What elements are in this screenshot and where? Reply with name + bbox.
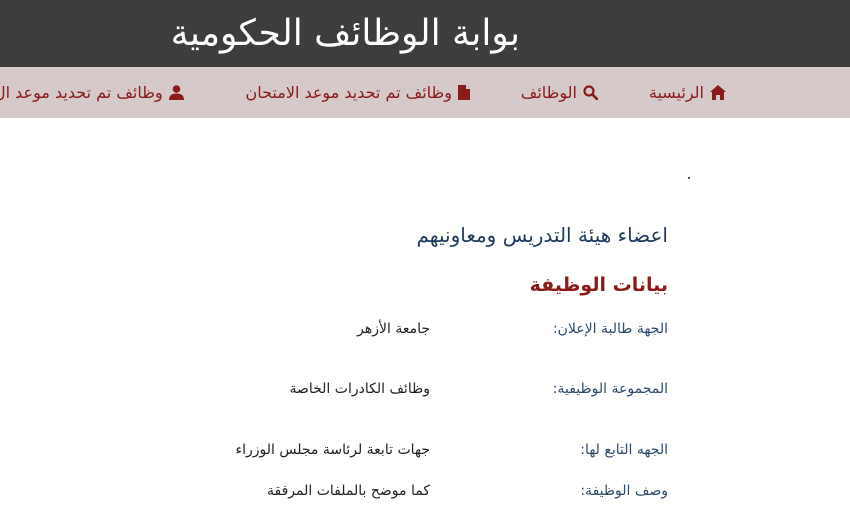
field-label-advertiser: الجهة طالبة الإعلان: xyxy=(552,321,668,337)
nav-item-exam-scheduled[interactable]: وظائف تم تحديد موعد الامتحان xyxy=(245,67,470,118)
job-title: اعضاء هيئة التدريس ومعاونيهم xyxy=(416,223,668,247)
field-value-job-group: وظائف الكادرات الخاصة xyxy=(289,381,430,397)
field-value-advertiser: جامعة الأزهر xyxy=(357,321,430,337)
site-header: بوابة الوظائف الحكومية xyxy=(0,0,850,67)
nav-item-home[interactable]: الرئيسية xyxy=(649,67,726,118)
nav-item-exam-date-label: وظائف تم تحديد موعد ال xyxy=(0,83,163,102)
nav-item-jobs[interactable]: الوظائف xyxy=(521,67,598,118)
field-label-job-group: المجموعة الوظيفية: xyxy=(552,381,668,397)
main-nav: الرئيسية الوظائف وظائف تم تحديد موعد الا… xyxy=(0,67,850,118)
user-icon xyxy=(168,85,184,100)
file-icon xyxy=(458,85,470,100)
section-title: بيانات الوظيفة xyxy=(529,274,668,296)
home-icon xyxy=(710,85,726,100)
field-label-description: وصف الوظيفة: xyxy=(580,483,668,499)
search-icon xyxy=(583,85,598,100)
nav-item-jobs-label: الوظائف xyxy=(520,83,577,102)
field-label-affiliation: الجهه التابع لها: xyxy=(580,442,668,458)
nav-item-exam-scheduled-label: وظائف تم تحديد موعد الامتحان xyxy=(245,83,452,102)
site-title: بوابة الوظائف الحكومية xyxy=(170,13,520,54)
field-value-affiliation: جهات تابعة لرئاسة مجلس الوزراء xyxy=(235,442,430,458)
nav-item-home-label: الرئيسية xyxy=(648,83,704,102)
decorative-dot xyxy=(688,177,690,179)
field-value-description: كما موضح بالملفات المرفقة xyxy=(267,483,430,499)
nav-item-exam-date[interactable]: وظائف تم تحديد موعد ال xyxy=(0,67,184,118)
